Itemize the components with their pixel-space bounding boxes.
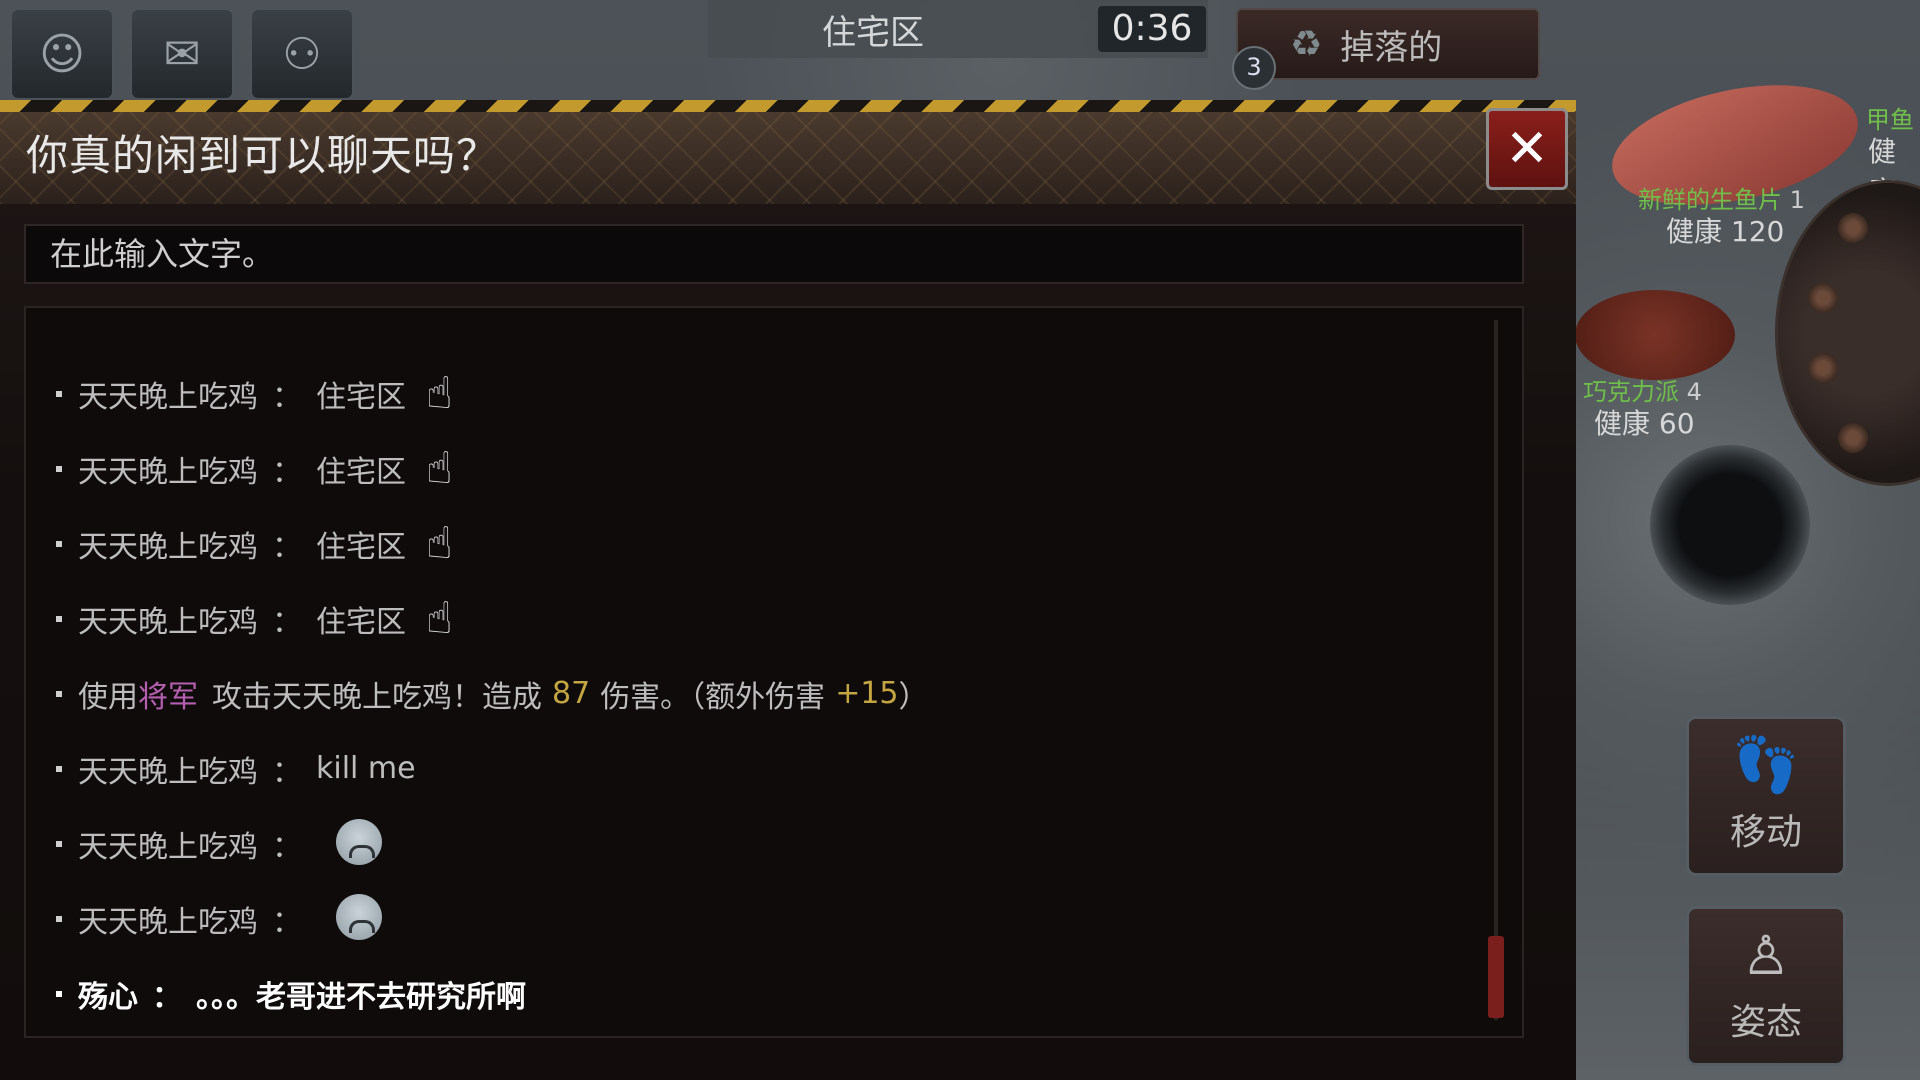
wheel-bolt <box>1808 283 1838 313</box>
hand-icon: ☝ <box>426 367 453 419</box>
emote-button[interactable]: ☺ <box>10 8 114 100</box>
chat-input-box[interactable] <box>24 224 1524 284</box>
chat-bubble-icon: ✉ <box>163 28 201 80</box>
damage-value: 87 <box>552 676 591 711</box>
chat-log[interactable]: 天天晚上吃鸡 ： 住宅区 ☝ 天天晚上吃鸡 ： 住宅区 ☝ 天天晚上吃鸡 ： 住… <box>24 306 1524 1038</box>
bullet <box>56 465 62 472</box>
weapon-name: 将军 <box>138 679 198 715</box>
hazard-stripe <box>0 100 1576 112</box>
location-label: 住宅区 <box>822 12 924 53</box>
people-icon: ⚇ <box>282 28 322 80</box>
bullet <box>56 765 62 772</box>
chat-button[interactable]: ✉ <box>130 8 234 100</box>
bullet <box>56 990 62 997</box>
message-separator: ： <box>272 379 302 415</box>
crying-face-icon <box>336 818 382 869</box>
chat-message: 天天晚上吃鸡 ： kill me <box>56 731 1462 806</box>
scrollbar-track[interactable] <box>1494 320 1498 1020</box>
stance-button-label: 姿态 <box>1729 1002 1802 1043</box>
footprints-icon: 👣 <box>1732 733 1800 796</box>
chat-message: 天天晚上吃鸡 ： 住宅区 ☝ <box>56 356 1462 431</box>
message-text: 住宅区 <box>316 454 406 490</box>
stance-button[interactable]: ♙ 姿态 <box>1686 906 1846 1066</box>
drop-count-badge: 3 <box>1232 46 1276 90</box>
drop-button-label: 掉落的 <box>1340 27 1443 68</box>
message-sender: 天天晚上吃鸡 <box>78 379 258 415</box>
message-text: 住宅区 <box>316 529 406 565</box>
chat-message: 天天晚上吃鸡 ： 住宅区 ☝ <box>56 506 1462 581</box>
hand-icon: ☝ <box>426 592 453 644</box>
timer: 0:36 <box>1098 6 1206 52</box>
message-sender: 天天晚上吃鸡 <box>78 604 258 640</box>
recycle-icon: ♻ <box>1290 23 1323 65</box>
bullet <box>56 840 62 847</box>
chat-message: 天天晚上吃鸡 ： <box>56 881 1462 956</box>
combat-suffix: 伤害。（额外伤害 <box>600 679 826 715</box>
message-text: 。。。老哥进不去研究所啊 <box>196 979 526 1015</box>
empty-item-slot[interactable] <box>1650 445 1810 605</box>
social-button[interactable]: ⚇ <box>250 8 354 100</box>
wheel-bolt <box>1838 423 1868 453</box>
combat-middle: 攻击天天晚上吃鸡！造成 <box>212 679 542 715</box>
message-sender: 天天晚上吃鸡 <box>78 829 258 865</box>
drop-button[interactable]: 3 ♻ 掉落的 <box>1232 8 1540 90</box>
bullet <box>56 615 62 622</box>
message-sender: 天天晚上吃鸡 <box>78 454 258 490</box>
move-button-label: 移动 <box>1729 812 1802 853</box>
message-text: kill me <box>316 751 416 786</box>
message-separator: ： <box>272 604 302 640</box>
chat-message: 天天晚上吃鸡 ： 住宅区 ☝ <box>56 431 1462 506</box>
message-separator: ： <box>272 829 302 865</box>
message-separator: ： <box>272 529 302 565</box>
bullet <box>56 915 62 922</box>
message-sender: 殇心 <box>78 979 138 1015</box>
bullet <box>56 690 62 697</box>
move-button[interactable]: 👣 移动 <box>1686 716 1846 876</box>
bullet <box>56 390 62 397</box>
chat-message-latest: 殇心 ： 。。。老哥进不去研究所啊 <box>56 956 1462 1031</box>
message-sender: 天天晚上吃鸡 <box>78 754 258 790</box>
message-sender: 天天晚上吃鸡 <box>78 529 258 565</box>
item-health-sashimi: 健康 120 <box>1666 215 1785 248</box>
message-list: 天天晚上吃鸡 ： 住宅区 ☝ 天天晚上吃鸡 ： 住宅区 ☝ 天天晚上吃鸡 ： 住… <box>56 356 1462 1031</box>
message-separator: ： <box>272 904 302 940</box>
chat-dialog: 你真的闲到可以聊天吗？ ✕ 天天晚上吃鸡 ： 住宅区 ☝ 天天晚上吃鸡 ： 住宅… <box>0 100 1576 1080</box>
combat-prefix: 使用 <box>78 679 138 715</box>
message-separator: ： <box>152 979 182 1015</box>
message-separator: ： <box>272 454 302 490</box>
scrollbar-thumb[interactable] <box>1488 936 1504 1018</box>
face-icon: ☺ <box>39 28 85 80</box>
hand-icon: ☝ <box>426 517 453 569</box>
message-text: 住宅区 <box>316 379 406 415</box>
message-sender: 天天晚上吃鸡 <box>78 904 258 940</box>
message-separator: ： <box>272 754 302 790</box>
chat-message: 天天晚上吃鸡 ： <box>56 806 1462 881</box>
hand-icon: ☝ <box>426 442 453 494</box>
person-icon: ♙ <box>1741 924 1791 987</box>
close-icon: ✕ <box>1505 119 1549 179</box>
item-health-pie: 健康 60 <box>1594 407 1695 440</box>
wheel-bolt <box>1808 353 1838 383</box>
combat-close: ） <box>898 679 929 715</box>
crying-face-icon <box>336 893 382 944</box>
dialog-title: 你真的闲到可以聊天吗？ <box>26 131 500 180</box>
chat-input[interactable] <box>26 226 1522 282</box>
chat-message: 天天晚上吃鸡 ： 住宅区 ☝ <box>56 581 1462 656</box>
chocolate-pie-item[interactable] <box>1575 290 1735 380</box>
message-text: 住宅区 <box>316 604 406 640</box>
wheel-bolt <box>1838 213 1868 243</box>
close-button[interactable]: ✕ <box>1486 108 1568 190</box>
bonus-damage: +15 <box>835 676 899 711</box>
bullet <box>56 540 62 547</box>
combat-message: 使用 将军 攻击天天晚上吃鸡！造成 87 伤害。（额外伤害 +15 ） <box>56 656 1462 731</box>
